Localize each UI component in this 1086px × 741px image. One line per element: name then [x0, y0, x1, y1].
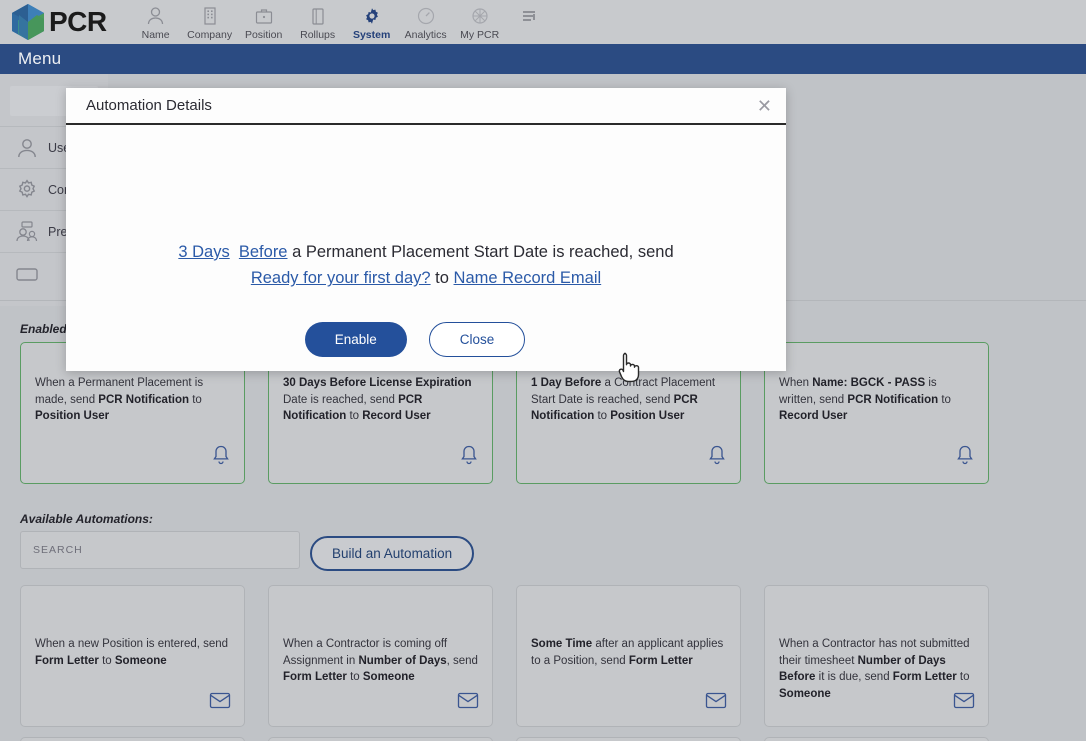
automation-description: When a Permanent Placement is made, send…: [35, 377, 204, 423]
available-automation-card[interactable]: When a Contractor has not submitted thei…: [764, 585, 989, 727]
nav-item-position-label: Position: [244, 29, 283, 41]
envelope-icon[interactable]: [209, 692, 231, 714]
menu-bar: Menu: [0, 44, 1086, 74]
modal-header: Automation Details ✕: [66, 88, 786, 125]
nav-item-name-label: Name: [141, 29, 170, 41]
sentence-to-text: to: [435, 269, 449, 288]
book-icon: [310, 5, 326, 27]
building-icon: [202, 5, 218, 27]
build-an-automation-button[interactable]: Build an Automation: [310, 536, 475, 571]
envelope-icon[interactable]: [457, 692, 479, 714]
automation-description: Some Time after an applicant applies to …: [531, 638, 724, 667]
gauge-icon: [416, 5, 436, 27]
timing-value-link[interactable]: Before: [239, 243, 288, 261]
nav-item-analytics-label: Analytics: [404, 29, 447, 41]
list-settings-icon: [520, 5, 538, 27]
available-automation-card[interactable]: [516, 737, 741, 741]
available-automation-card[interactable]: Some Time after an applicant applies to …: [516, 585, 741, 727]
brand-logo[interactable]: PCR: [10, 3, 107, 41]
envelope-icon[interactable]: [705, 692, 727, 714]
enable-button[interactable]: Enable: [304, 322, 407, 357]
nav-item-position[interactable]: Position: [237, 3, 291, 41]
globe-icon: [470, 5, 490, 27]
bell-icon[interactable]: [459, 444, 479, 471]
nav-item-company-label: Company: [187, 29, 233, 41]
days-value-link[interactable]: 3 Days: [178, 243, 229, 261]
letter-value-link[interactable]: Ready for your first day?: [251, 269, 431, 287]
envelope-icon[interactable]: [953, 692, 975, 714]
modal-body: 3 Days Before a Permanent Placement Star…: [66, 125, 786, 371]
nav-item-my-pcr-label: My PCR: [460, 29, 500, 41]
nav-item-rollups-label: Rollups: [300, 29, 336, 41]
available-automation-card[interactable]: [764, 737, 989, 741]
person-icon: [146, 5, 165, 27]
nav-item-my-pcr[interactable]: My PCR: [453, 3, 507, 41]
automation-description: When a Contractor is coming off Assignme…: [283, 638, 478, 684]
bell-icon[interactable]: [707, 444, 727, 471]
card-icon: [10, 266, 44, 282]
sidebar-item-preferences-label: Pre: [48, 224, 68, 239]
automation-description: 1 Day Before a Contract Placement Start …: [531, 377, 716, 423]
available-automations-row-partial: [20, 737, 1066, 741]
automation-description: When a Contractor has not submitted thei…: [779, 638, 970, 701]
available-automation-card[interactable]: When a new Position is entered, send For…: [20, 585, 245, 727]
users-group-icon: [10, 220, 44, 244]
nav-item-analytics[interactable]: Analytics: [399, 3, 453, 41]
bell-icon[interactable]: [955, 444, 975, 471]
bell-icon[interactable]: [211, 444, 231, 471]
modal-actions: Enable Close: [66, 322, 786, 357]
pcr-cube-logo-icon: [12, 4, 44, 40]
brand-name: PCR: [49, 6, 107, 37]
close-button[interactable]: Close: [428, 322, 526, 357]
enabled-automation-card[interactable]: When Name: BGCK - PASS is written, send …: [764, 342, 989, 484]
gear-icon: [362, 5, 382, 27]
nav-item-name[interactable]: Name: [129, 3, 183, 41]
nav-item-system-label: System: [352, 29, 391, 41]
menu-bar-title[interactable]: Menu: [18, 49, 61, 69]
available-automation-card[interactable]: When a Contractor is coming off Assignme…: [268, 585, 493, 727]
automation-sentence: 3 Days Before a Permanent Placement Star…: [66, 239, 786, 292]
automation-description: When Name: BGCK - PASS is written, send …: [779, 377, 951, 423]
search-input[interactable]: [20, 531, 300, 569]
nav-item-rollups[interactable]: Rollups: [291, 3, 345, 41]
close-icon[interactable]: ✕: [757, 97, 772, 115]
available-automations-title: Available Automations:: [20, 512, 153, 526]
available-automations-row: When a new Position is entered, send For…: [20, 585, 1066, 727]
user-icon: [10, 136, 44, 160]
modal-title: Automation Details: [86, 97, 212, 114]
nav-item-system[interactable]: System: [345, 3, 399, 41]
gear-icon: [10, 178, 44, 202]
top-navigation-bar: PCR Name Company Position Rollups System…: [0, 0, 1086, 44]
available-automation-card[interactable]: [268, 737, 493, 741]
recipient-value-link[interactable]: Name Record Email: [454, 269, 602, 287]
automation-description: 30 Days Before License Expiration Date i…: [283, 377, 472, 423]
top-nav-items: Name Company Position Rollups System Ana…: [129, 3, 551, 41]
available-automation-card[interactable]: [20, 737, 245, 741]
automation-details-modal: Automation Details ✕ 3 Days Before a Per…: [66, 88, 786, 371]
nav-item-company[interactable]: Company: [183, 3, 237, 41]
app-root: PCR Name Company Position Rollups System…: [0, 0, 1086, 741]
briefcase-icon: [254, 5, 274, 27]
nav-overflow-button[interactable]: [507, 3, 551, 27]
sentence-middle-text: a Permanent Placement Start Date is reac…: [292, 243, 674, 261]
automation-description: When a new Position is entered, send For…: [35, 638, 229, 667]
